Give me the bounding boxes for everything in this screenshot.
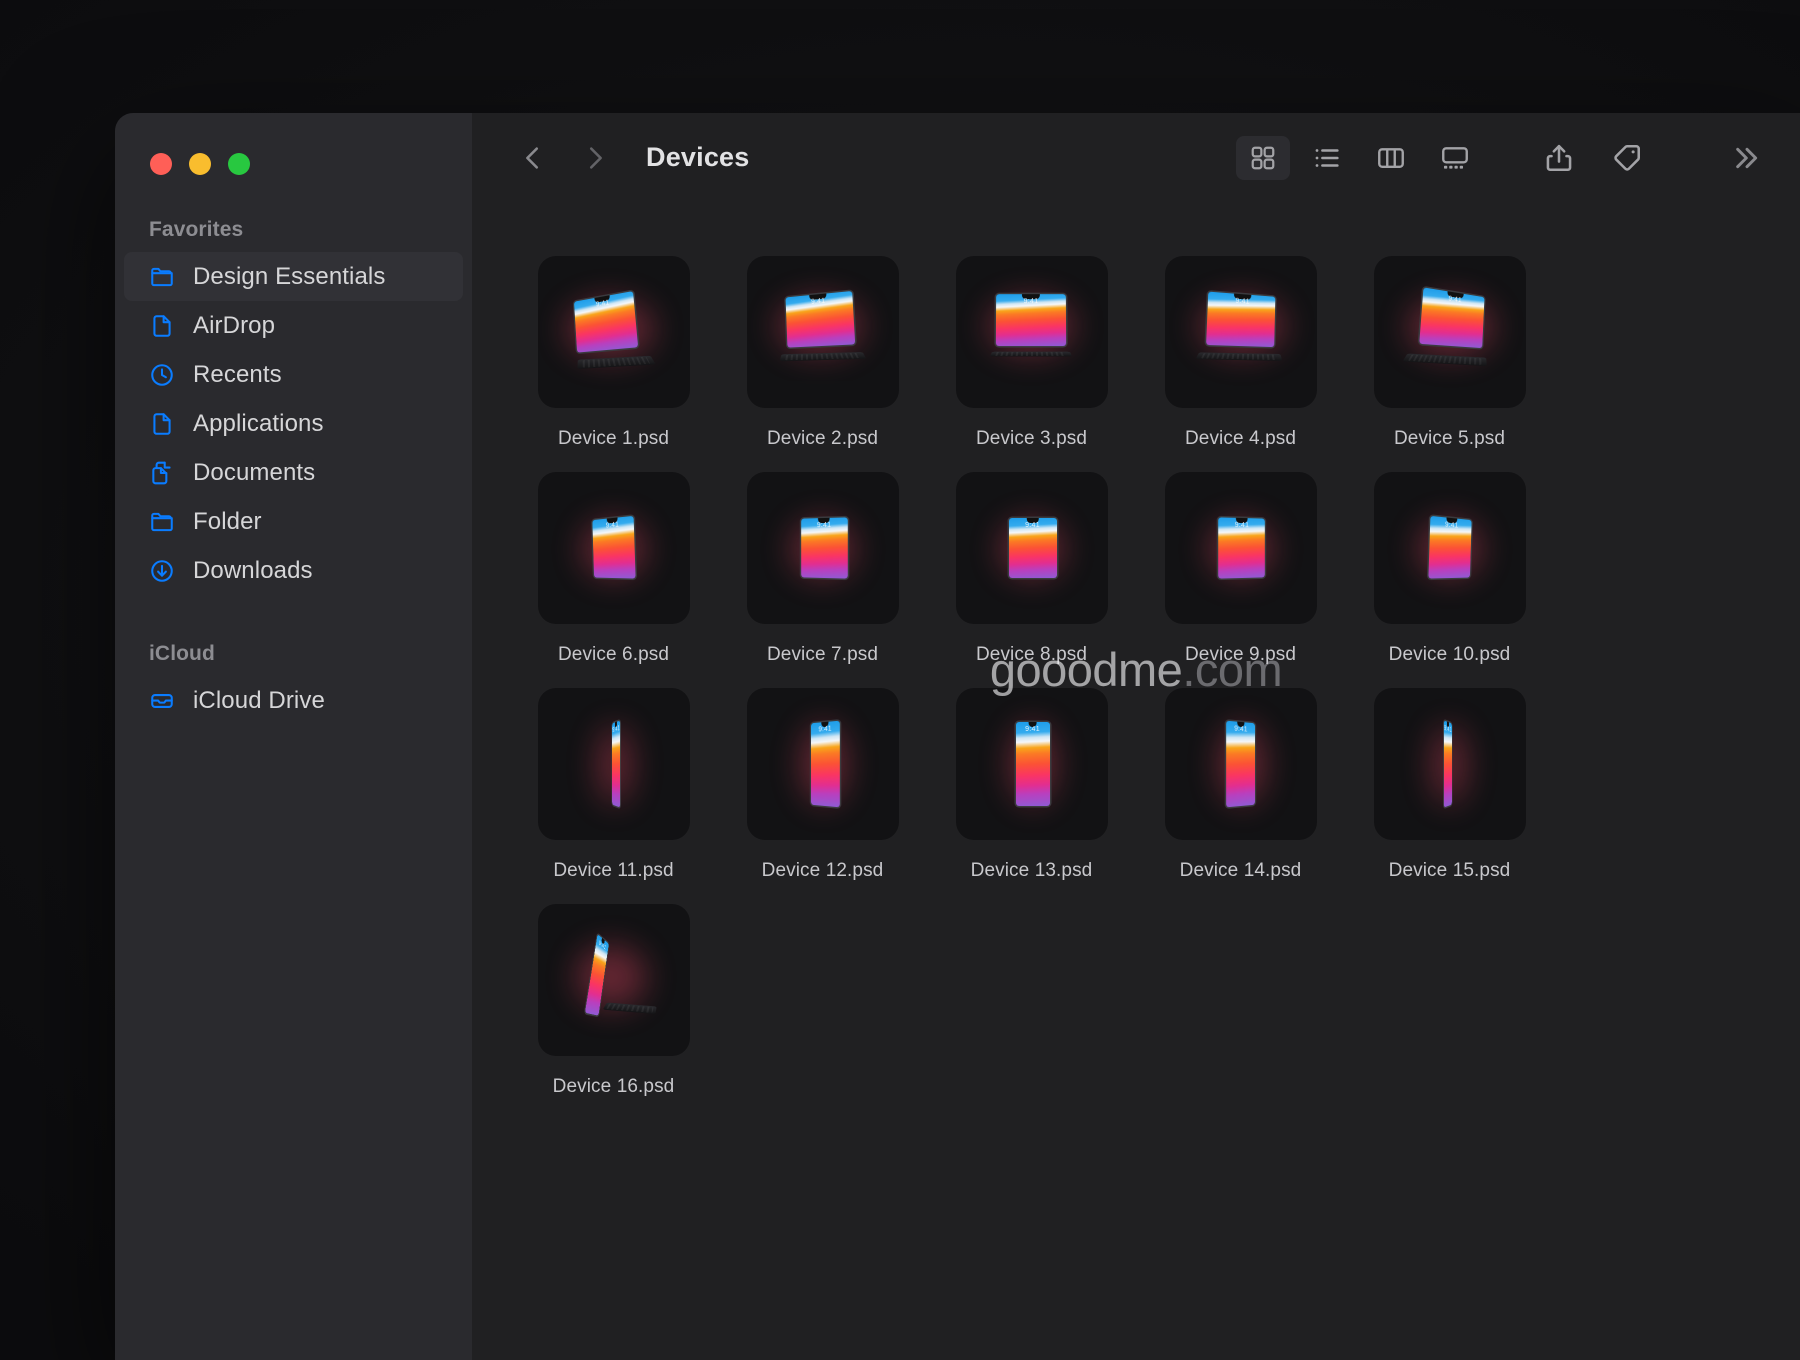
sidebar-item-applications[interactable]: Applications	[124, 399, 463, 448]
sidebar: Favorites Design Essentials AirDrop Rece…	[115, 113, 472, 1360]
sidebar-item-design-essentials[interactable]: Design Essentials	[124, 252, 463, 301]
file-name: Device 16.psd	[552, 1076, 675, 1097]
file-item[interactable]: 9:41 Device 9.psd	[1136, 450, 1345, 666]
navigation-buttons	[510, 135, 618, 181]
file-name: Device 7.psd	[766, 644, 879, 665]
sidebar-item-recents[interactable]: Recents	[124, 350, 463, 399]
file-thumbnail: 9:41	[955, 688, 1108, 840]
file-name: Device 3.psd	[975, 428, 1088, 449]
sidebar-item-label: Recents	[193, 360, 282, 388]
back-button[interactable]	[510, 135, 556, 181]
share-icon[interactable]	[1536, 135, 1582, 181]
toolbar: Devices	[472, 113, 1800, 202]
file-item[interactable]: 9:41 Device 14.psd	[1136, 666, 1345, 882]
file-thumbnail: 9:41	[1373, 688, 1526, 840]
document-icon	[149, 313, 175, 339]
sidebar-item-label: Folder	[193, 507, 262, 535]
document-icon	[149, 411, 175, 437]
file-item[interactable]: 9:41 Device 7.psd	[718, 450, 927, 666]
file-thumbnail: 9:41	[746, 256, 899, 408]
file-grid: 9:41 Device 1.psd 9:41 Device 2.psd 9:41…	[472, 234, 1800, 1098]
file-name: Device 10.psd	[1388, 644, 1511, 665]
file-name: Device 14.psd	[1179, 860, 1302, 881]
sidebar-section-icloud-title: iCloud	[149, 642, 215, 665]
view-list-button[interactable]	[1300, 136, 1354, 180]
file-name: Device 11.psd	[553, 860, 674, 881]
sidebar-item-label: AirDrop	[193, 311, 276, 339]
view-icon-button[interactable]	[1236, 135, 1290, 180]
file-name: Device 9.psd	[1184, 644, 1297, 665]
sidebar-item-icloud-drive[interactable]: iCloud Drive	[124, 676, 463, 725]
file-name: Device 15.psd	[1388, 860, 1511, 881]
file-thumbnail: 9:41	[537, 904, 690, 1056]
sidebar-item-label: Downloads	[193, 556, 313, 584]
view-mode-group	[1236, 135, 1482, 180]
file-thumbnail: 9:41	[1164, 688, 1317, 840]
tag-icon[interactable]	[1604, 135, 1650, 181]
file-name: Device 1.psd	[557, 428, 670, 449]
folder-icon	[149, 509, 175, 535]
file-item[interactable]: 9:41 Device 5.psd	[1345, 234, 1554, 450]
file-name: Device 8.psd	[975, 644, 1088, 665]
file-thumbnail: 9:41	[955, 256, 1108, 408]
file-item[interactable]: 9:41 Device 8.psd	[927, 450, 1136, 666]
forward-button[interactable]	[572, 135, 618, 181]
file-thumbnail: 9:41	[537, 256, 690, 408]
file-thumbnail: 9:41	[537, 688, 690, 840]
sidebar-item-documents[interactable]: Documents	[124, 448, 463, 497]
sidebar-item-label: Applications	[193, 409, 324, 437]
view-column-button[interactable]	[1364, 136, 1418, 180]
file-thumbnail: 9:41	[537, 472, 690, 624]
file-thumbnail: 9:41	[746, 688, 899, 840]
icloud-drive-icon	[149, 688, 175, 714]
file-name: Device 2.psd	[766, 428, 879, 449]
file-item[interactable]: 9:41 Device 12.psd	[718, 666, 927, 882]
file-item[interactable]: 9:41 Device 6.psd	[509, 450, 718, 666]
file-thumbnail: 9:41	[746, 472, 899, 624]
file-name: Device 6.psd	[557, 644, 670, 665]
main-pane: Devices gooodme.com 9:41 Device 1.psd 9:…	[472, 113, 1800, 1360]
file-item[interactable]: 9:41 Device 15.psd	[1345, 666, 1554, 882]
sidebar-favorites-list: Design Essentials AirDrop Recents Applic…	[115, 252, 472, 595]
action-buttons	[1536, 135, 1650, 181]
file-item[interactable]: 9:41 Device 13.psd	[927, 666, 1136, 882]
file-thumbnail: 9:41	[1164, 472, 1317, 624]
file-thumbnail: 9:41	[1373, 472, 1526, 624]
documents-icon	[149, 460, 175, 486]
sidebar-section-favorites-title: Favorites	[149, 218, 244, 241]
file-item[interactable]: 9:41 Device 10.psd	[1345, 450, 1554, 666]
file-name: Device 5.psd	[1393, 428, 1506, 449]
sidebar-icloud-list: iCloud Drive	[115, 676, 472, 725]
file-item[interactable]: 9:41 Device 1.psd	[509, 234, 718, 450]
window-controls	[115, 113, 472, 175]
close-button[interactable]	[150, 153, 172, 175]
sidebar-item-label: Design Essentials	[193, 262, 386, 290]
file-item[interactable]: 9:41 Device 2.psd	[718, 234, 927, 450]
sidebar-item-airdrop[interactable]: AirDrop	[124, 301, 463, 350]
file-name: Device 13.psd	[970, 860, 1093, 881]
file-name: Device 4.psd	[1184, 428, 1297, 449]
file-browser-area[interactable]: gooodme.com 9:41 Device 1.psd 9:41 Devic…	[472, 202, 1800, 1360]
clock-icon	[149, 362, 175, 388]
download-icon	[149, 558, 175, 584]
file-item[interactable]: 9:41 Device 4.psd	[1136, 234, 1345, 450]
maximize-button[interactable]	[228, 153, 250, 175]
view-gallery-button[interactable]	[1428, 136, 1482, 180]
breadcrumb[interactable]: Devices	[646, 142, 749, 173]
double-chevron-right-icon[interactable]	[1722, 135, 1768, 181]
folder-icon	[149, 264, 175, 290]
sidebar-item-folder[interactable]: Folder	[124, 497, 463, 546]
sidebar-item-label: Documents	[193, 458, 316, 486]
minimize-button[interactable]	[189, 153, 211, 175]
file-item[interactable]: 9:41 Device 3.psd	[927, 234, 1136, 450]
file-item[interactable]: 9:41 Device 16.psd	[509, 882, 718, 1098]
sidebar-item-label: iCloud Drive	[193, 686, 325, 714]
finder-window: Favorites Design Essentials AirDrop Rece…	[115, 113, 1800, 1360]
file-name: Device 12.psd	[761, 860, 884, 881]
file-item[interactable]: 9:41 Device 11.psd	[509, 666, 718, 882]
file-thumbnail: 9:41	[1373, 256, 1526, 408]
sidebar-item-downloads[interactable]: Downloads	[124, 546, 463, 595]
file-thumbnail: 9:41	[955, 472, 1108, 624]
file-thumbnail: 9:41	[1164, 256, 1317, 408]
